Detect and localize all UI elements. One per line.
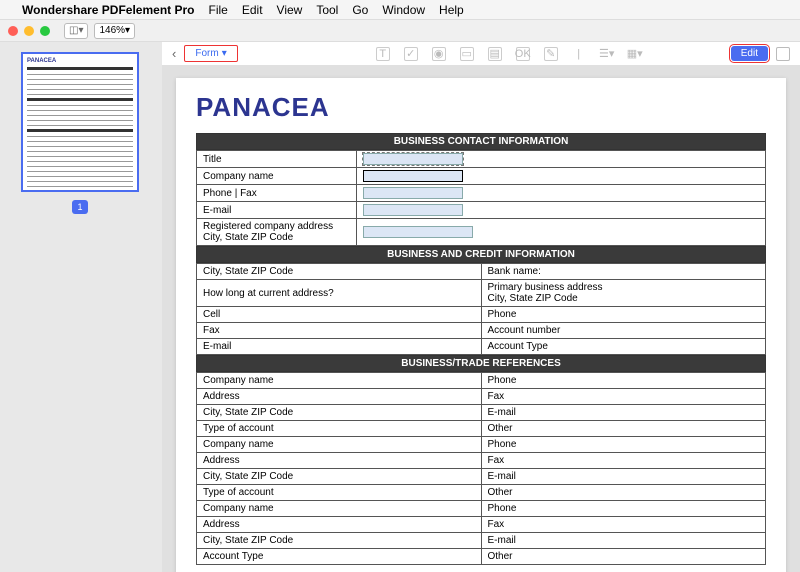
row-label-right: Phone [481,373,766,389]
row-label-left: Fax [197,323,482,339]
text-field-tool-icon[interactable]: T [376,47,390,61]
row-label-right: Account number [481,323,766,339]
row-label-left: Cell [197,307,482,323]
row-label-left: Company name [197,437,482,453]
row-label-right: Phone [481,437,766,453]
row-label-right: Other [481,485,766,501]
layout-toggle-button[interactable]: ◫▾ [64,23,88,39]
row-label: Company name [197,168,357,185]
row-label-right: Phone [481,307,766,323]
form-dropdown-button[interactable]: Form▾ [184,45,237,62]
row-label-right: Fax [481,517,766,533]
section-header: BUSINESS AND CREDIT INFORMATION [196,246,766,263]
row-label-right: E-mail [481,469,766,485]
row-label-right: Fax [481,453,766,469]
row-label-right: E-mail [481,533,766,549]
row-label-right: Bank name: [481,264,766,280]
pdf-page: PANACEA BUSINESS CONTACT INFORMATION Tit… [176,78,786,572]
form-field-company[interactable] [363,170,463,182]
row-label-right: Fax [481,389,766,405]
row-label-left: How long at current address? [197,280,482,307]
row-label: Title [197,151,357,168]
separator: | [572,47,586,61]
maximize-window-button[interactable] [40,26,50,36]
row-label-left: E-mail [197,339,482,355]
menu-edit[interactable]: Edit [242,3,263,17]
section1-table: Title Company name Phone | Fax E-mail Re… [196,150,766,246]
form-field-title[interactable] [363,153,463,165]
row-label-left: City, State ZIP Code [197,264,482,280]
page-number-badge[interactable]: 1 [72,200,88,214]
menu-view[interactable]: View [277,3,303,17]
form-field-tools: T ✓ ◉ ▭ ▤ OK ✎ | ☰▾ ▦▾ [376,47,642,61]
signature-tool-icon[interactable]: ✎ [544,47,558,61]
row-label-left: City, State ZIP Code [197,405,482,421]
menu-window[interactable]: Window [382,3,425,17]
close-window-button[interactable] [8,26,18,36]
combobox-tool-icon[interactable]: ▭ [460,47,474,61]
row-label-right: Primary business address City, State ZIP… [481,280,766,307]
row-label-right: Other [481,549,766,565]
row-label-left: Type of account [197,421,482,437]
page-thumbnail[interactable]: PANACEA [21,52,139,192]
row-label-left: Company name [197,501,482,517]
section2-table: City, State ZIP CodeBank name:How long a… [196,263,766,355]
row-label-left: City, State ZIP Code [197,469,482,485]
row-label-left: Type of account [197,485,482,501]
section-header: BUSINESS/TRADE REFERENCES [196,355,766,372]
checkbox-tool-icon[interactable]: ✓ [404,47,418,61]
row-label-right: Other [481,421,766,437]
row-label-left: Address [197,453,482,469]
traffic-lights [8,26,50,36]
zoom-level[interactable]: 146% ▾ [94,23,135,39]
row-label: E-mail [197,202,357,219]
menu-file[interactable]: File [209,3,228,17]
back-button[interactable]: ‹ [172,46,176,61]
menu-go[interactable]: Go [352,3,368,17]
menubar: Wondershare PDFelement Pro File Edit Vie… [0,0,800,20]
row-label-right: Account Type [481,339,766,355]
app-name[interactable]: Wondershare PDFelement Pro [22,3,195,17]
document-canvas[interactable]: PANACEA BUSINESS CONTACT INFORMATION Tit… [162,66,800,572]
form-field-email[interactable] [363,204,463,216]
row-label-left: Address [197,389,482,405]
menu-help[interactable]: Help [439,3,464,17]
radio-tool-icon[interactable]: ◉ [432,47,446,61]
row-label-left: Account Type [197,549,482,565]
row-label: Registered company address City, State Z… [197,219,357,246]
thumbnail-sidebar: PANACEA 1 [0,42,160,572]
section-header: BUSINESS CONTACT INFORMATION [196,133,766,150]
form-toolbar: ‹ Form▾ T ✓ ◉ ▭ ▤ OK ✎ | ☰▾ ▦▾ Edit [162,42,800,66]
form-field-phone[interactable] [363,187,463,199]
button-tool-icon[interactable]: OK [516,47,530,61]
window-toolbar: ◫▾ 146% ▾ [0,20,800,42]
row-label-left: Address [197,517,482,533]
panel-toggle-icon[interactable] [776,47,790,61]
section3-table: Company namePhoneAddressFaxCity, State Z… [196,372,766,565]
more-tool-icon[interactable]: ▦▾ [628,47,642,61]
row-label-right: Phone [481,501,766,517]
edit-button[interactable]: Edit [731,46,768,61]
menu-tool[interactable]: Tool [316,3,338,17]
row-label-right: E-mail [481,405,766,421]
align-tool-icon[interactable]: ☰▾ [600,47,614,61]
row-label-left: Company name [197,373,482,389]
form-field-address[interactable] [363,226,473,238]
chevron-down-icon: ▾ [222,48,227,59]
doc-title: PANACEA [196,92,766,123]
listbox-tool-icon[interactable]: ▤ [488,47,502,61]
row-label-left: City, State ZIP Code [197,533,482,549]
row-label: Phone | Fax [197,185,357,202]
minimize-window-button[interactable] [24,26,34,36]
